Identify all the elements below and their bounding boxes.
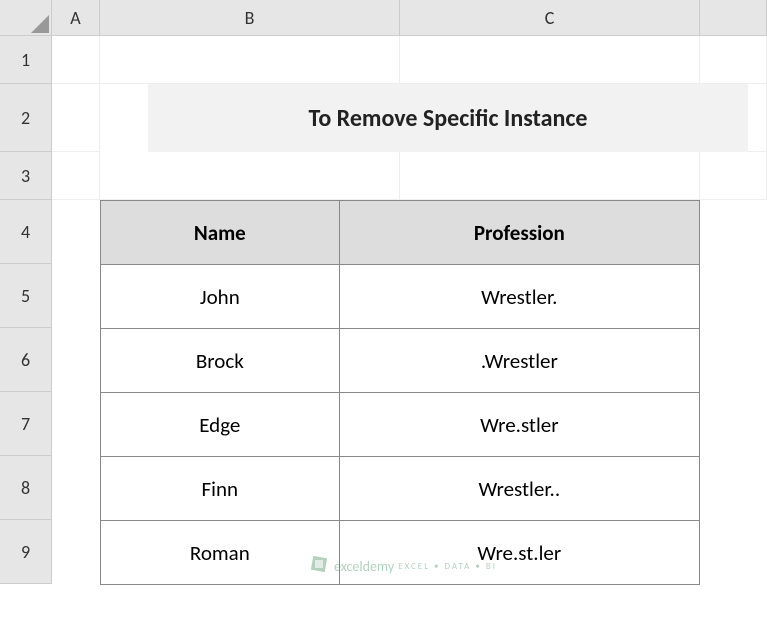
cell-a3[interactable]: [52, 152, 100, 200]
row-header-2[interactable]: 2: [0, 84, 52, 152]
title-banner[interactable]: To Remove Specific Instance: [148, 84, 748, 152]
table-row: Edge Wre.stler: [101, 393, 700, 457]
cell-profession[interactable]: Wrestler..: [339, 457, 699, 521]
row-header-6[interactable]: 6: [0, 328, 52, 392]
cell-a1[interactable]: [52, 36, 100, 84]
logo-icon: [310, 555, 328, 577]
table-row: Finn Wrestler..: [101, 457, 700, 521]
cell-d2[interactable]: [748, 84, 767, 152]
select-all-corner[interactable]: [0, 0, 52, 36]
col-header-blank[interactable]: [700, 0, 767, 36]
cell-name[interactable]: Finn: [101, 457, 340, 521]
cell-name[interactable]: John: [101, 265, 340, 329]
cell-profession[interactable]: .Wrestler: [339, 329, 699, 393]
header-profession[interactable]: Profession: [339, 201, 699, 265]
row-headers: 1 2 3 4 5 6 7 8 9: [0, 0, 52, 584]
cell-c1[interactable]: [400, 36, 700, 84]
row-header-3[interactable]: 3: [0, 152, 52, 200]
data-table: Name Profession John Wrestler. Brock .Wr…: [100, 200, 700, 585]
cell-d3[interactable]: [700, 152, 767, 200]
watermark-tagline: EXCEL • DATA • BI: [398, 561, 497, 572]
watermark: exceldemy EXCEL • DATA • BI: [310, 555, 497, 577]
row-header-1[interactable]: 1: [0, 36, 52, 84]
cell-name[interactable]: Brock: [101, 329, 340, 393]
cell-name[interactable]: Roman: [101, 521, 340, 585]
select-all-triangle-icon: [31, 15, 49, 33]
col-header-a[interactable]: A: [52, 0, 100, 36]
row-header-5[interactable]: 5: [0, 264, 52, 328]
cell-a2[interactable]: [52, 84, 100, 152]
col-header-c[interactable]: C: [400, 0, 700, 36]
cell-b3[interactable]: [100, 152, 400, 200]
column-headers: A B C: [52, 0, 767, 36]
cell-profession[interactable]: Wre.stler: [339, 393, 699, 457]
row-header-7[interactable]: 7: [0, 392, 52, 456]
table-row: John Wrestler.: [101, 265, 700, 329]
spreadsheet-grid: 1 2 3 4 5 6 7 8 9 A B C To Remove Specif…: [0, 0, 767, 584]
header-name[interactable]: Name: [101, 201, 340, 265]
table-row: Brock .Wrestler: [101, 329, 700, 393]
row-header-9[interactable]: 9: [0, 520, 52, 584]
cell-d1[interactable]: [700, 36, 767, 84]
row-header-8[interactable]: 8: [0, 456, 52, 520]
table-header-row: Name Profession: [101, 201, 700, 265]
cell-c3[interactable]: [400, 152, 700, 200]
sheet-body: To Remove Specific Instance Name Profess…: [52, 36, 767, 200]
col-header-b[interactable]: B: [100, 0, 400, 36]
cell-b1[interactable]: [100, 36, 400, 84]
watermark-brand: exceldemy: [334, 558, 394, 575]
row-header-4[interactable]: 4: [0, 200, 52, 264]
cell-profession[interactable]: Wrestler.: [339, 265, 699, 329]
cell-name[interactable]: Edge: [101, 393, 340, 457]
